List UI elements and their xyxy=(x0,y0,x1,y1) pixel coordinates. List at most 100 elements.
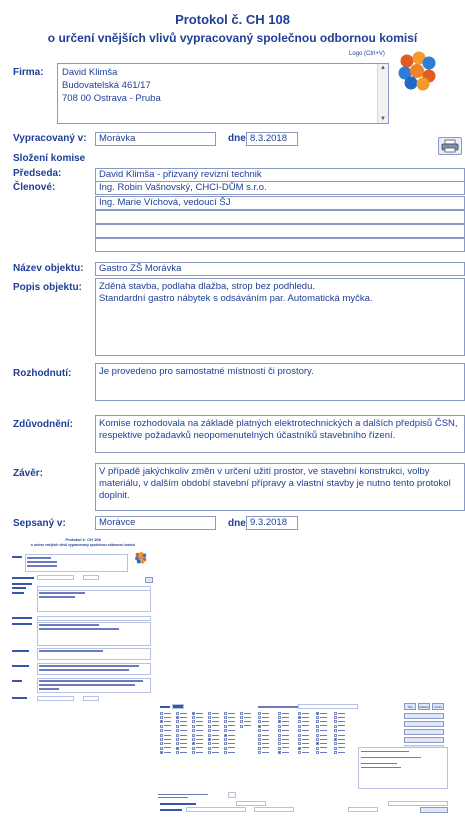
influence-checkbox[interactable] xyxy=(192,750,195,754)
influence-checkbox[interactable] xyxy=(176,750,179,754)
influence-checkbox[interactable] xyxy=(334,712,337,715)
influence-checkbox[interactable] xyxy=(176,734,179,737)
influence-checkbox[interactable] xyxy=(316,712,319,715)
firm-scrollbar[interactable]: ▲ ▼ xyxy=(377,64,388,123)
prepared-place-field[interactable]: Morávka xyxy=(95,132,216,146)
influence-checkbox[interactable] xyxy=(334,742,337,746)
influence-checkbox[interactable] xyxy=(298,728,301,732)
influence-checkbox[interactable] xyxy=(224,716,227,720)
influence-checkbox[interactable] xyxy=(278,746,281,750)
influence-checkbox[interactable] xyxy=(160,716,163,720)
influence-checkbox[interactable] xyxy=(192,724,195,728)
influence-checkbox[interactable] xyxy=(316,742,319,746)
influence-checkbox[interactable] xyxy=(334,716,337,720)
influence-checkbox[interactable] xyxy=(258,750,261,754)
influence-checkbox[interactable] xyxy=(298,750,301,754)
scroll-up-icon[interactable]: ▲ xyxy=(378,64,388,72)
influence-checkbox[interactable] xyxy=(240,716,243,720)
influence-checkbox[interactable] xyxy=(334,738,337,742)
influence-checkbox[interactable] xyxy=(298,724,301,728)
influence-checkbox[interactable] xyxy=(208,720,211,724)
influence-checkbox[interactable] xyxy=(298,712,301,715)
influence-checkbox[interactable] xyxy=(224,746,227,750)
influence-checkbox[interactable] xyxy=(240,712,243,715)
influence-checkbox[interactable] xyxy=(176,728,179,732)
influence-checkbox[interactable] xyxy=(224,750,227,754)
influence-checkbox[interactable] xyxy=(192,720,195,724)
influence-checkbox[interactable] xyxy=(258,724,261,728)
influence-checkbox[interactable] xyxy=(192,734,195,737)
influence-checkbox[interactable] xyxy=(278,712,281,715)
influence-checkbox[interactable] xyxy=(334,750,337,754)
influence-checkbox[interactable] xyxy=(160,728,163,732)
influence-checkbox[interactable] xyxy=(208,742,211,746)
influence-checkbox[interactable] xyxy=(334,724,337,728)
influence-checkbox[interactable] xyxy=(316,720,319,724)
influence-checkbox[interactable] xyxy=(258,734,261,737)
influence-checkbox[interactable] xyxy=(298,738,301,742)
influence-checkbox[interactable] xyxy=(176,742,179,746)
influence-checkbox[interactable] xyxy=(334,728,337,732)
influence-checkbox[interactable] xyxy=(278,738,281,742)
influence-checkbox[interactable] xyxy=(176,746,179,750)
influence-checkbox[interactable] xyxy=(224,728,227,732)
influence-checkbox[interactable] xyxy=(176,712,179,715)
thumbnail-save-button[interactable]: Uložit xyxy=(432,703,444,710)
side-button-1[interactable] xyxy=(404,713,444,719)
influence-checkbox[interactable] xyxy=(240,724,243,728)
side-button-2[interactable] xyxy=(404,721,444,727)
influence-checkbox[interactable] xyxy=(208,728,211,732)
thumbnail-preview-button[interactable]: Náhled xyxy=(418,703,430,710)
influence-checkbox[interactable] xyxy=(258,712,261,715)
influence-checkbox[interactable] xyxy=(258,720,261,724)
member-field-2[interactable]: Ing. Marie Víchová, vedoucí ŠJ xyxy=(95,196,465,210)
influence-checkbox[interactable] xyxy=(258,728,261,732)
signed-date-field[interactable]: 9.3.2018 xyxy=(246,516,298,530)
influence-checkbox[interactable] xyxy=(298,716,301,720)
influence-checkbox[interactable] xyxy=(224,712,227,715)
member-field-4[interactable] xyxy=(95,224,465,238)
influence-checkbox[interactable] xyxy=(160,734,163,737)
firm-address-field[interactable]: David Klimša Budovatelská 461/17 708 00 … xyxy=(57,63,389,124)
influence-checkbox[interactable] xyxy=(334,734,337,737)
influence-checkbox[interactable] xyxy=(316,728,319,732)
influence-checkbox[interactable] xyxy=(278,742,281,746)
influence-checkbox[interactable] xyxy=(176,738,179,742)
influence-checkbox[interactable] xyxy=(278,724,281,728)
influence-checkbox[interactable] xyxy=(316,746,319,750)
influence-checkbox[interactable] xyxy=(258,738,261,742)
influence-checkbox[interactable] xyxy=(192,746,195,750)
member-field-1[interactable]: Ing. Robin Vašnovský, CHCI-DŮM s.r.o. xyxy=(95,181,465,195)
influence-checkbox[interactable] xyxy=(316,738,319,742)
object-desc-field[interactable]: Zděná stavba, podlaha dlažba, strop bez … xyxy=(95,278,465,356)
conclusion-field[interactable]: V případě jakýchkoliv změn v určení užit… xyxy=(95,463,465,511)
influence-checkbox[interactable] xyxy=(316,716,319,720)
influence-checkbox[interactable] xyxy=(208,712,211,715)
reasoning-field[interactable]: Komise rozhodovala na základě platných e… xyxy=(95,415,465,453)
influence-checkbox[interactable] xyxy=(160,738,163,742)
side-button-3[interactable] xyxy=(404,729,444,735)
influence-checkbox[interactable] xyxy=(160,712,163,715)
prepared-date-field[interactable]: 8.3.2018 xyxy=(246,132,298,146)
influence-checkbox[interactable] xyxy=(278,750,281,754)
influence-checkbox[interactable] xyxy=(208,716,211,720)
thumbnail-print-button[interactable]: Tisk xyxy=(404,703,416,710)
member-field-3[interactable] xyxy=(95,210,465,224)
influence-checkbox[interactable] xyxy=(160,742,163,746)
scroll-down-icon[interactable]: ▼ xyxy=(378,115,388,123)
influence-checkbox[interactable] xyxy=(208,738,211,742)
influence-checkbox[interactable] xyxy=(224,724,227,728)
side-button-4[interactable] xyxy=(404,737,444,743)
object-name-field[interactable]: Gastro ZŠ Morávka xyxy=(95,262,465,276)
influence-checkbox[interactable] xyxy=(160,746,163,750)
influence-checkbox[interactable] xyxy=(224,734,227,737)
influence-checkbox[interactable] xyxy=(298,742,301,746)
influence-checkbox[interactable] xyxy=(258,746,261,750)
signed-place-field[interactable]: Morávce xyxy=(95,516,216,530)
influence-checkbox[interactable] xyxy=(160,720,163,724)
influence-checkbox[interactable] xyxy=(176,716,179,720)
influence-checkbox[interactable] xyxy=(192,742,195,746)
influence-checkbox[interactable] xyxy=(298,734,301,737)
influence-checkbox[interactable] xyxy=(208,746,211,750)
influence-checkbox[interactable] xyxy=(334,746,337,750)
